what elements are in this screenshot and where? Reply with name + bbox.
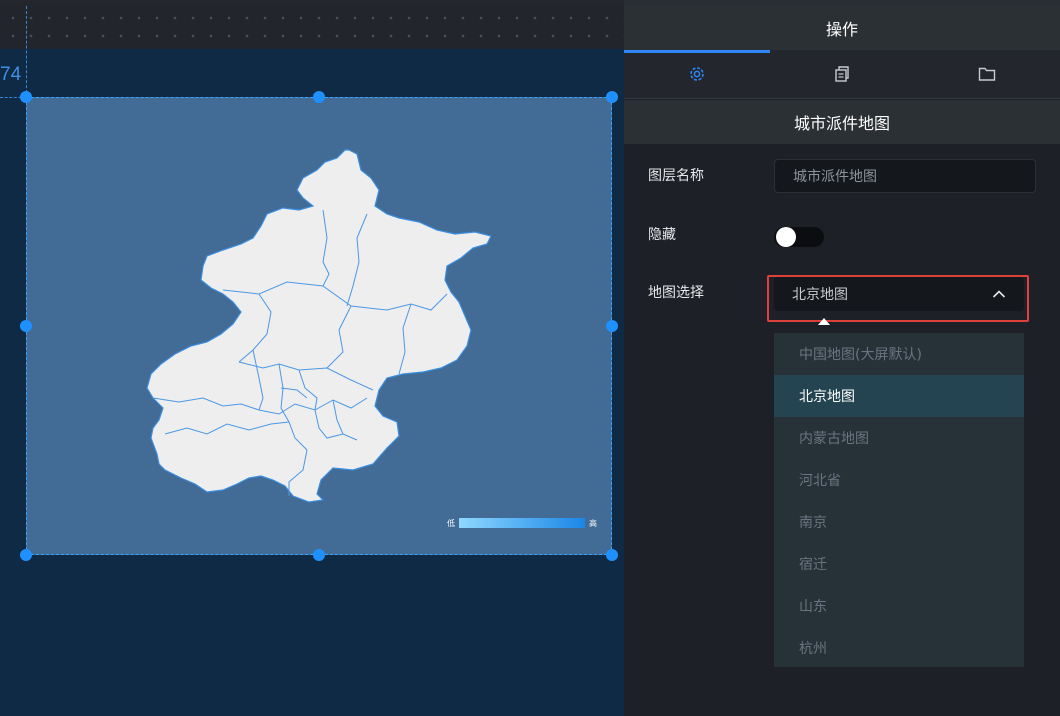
legend-gradient-bar [459, 518, 585, 528]
dropdown-caret [818, 318, 830, 325]
gear-icon [689, 67, 704, 81]
hidden-toggle[interactable] [774, 227, 824, 247]
horizontal-ruler [0, 6, 624, 49]
resize-handle-left[interactable] [20, 320, 32, 332]
legend-low-label: 低 [447, 518, 455, 528]
resize-handle-bottom-right[interactable] [606, 549, 618, 561]
resize-handle-bottom[interactable] [313, 549, 325, 561]
section-title: 城市派件地图 [624, 100, 1060, 144]
folder-icon [979, 67, 996, 81]
panel-header-title: 操作 [624, 6, 1060, 50]
map-legend: 低 高 [447, 516, 597, 530]
hidden-label: 隐藏 [648, 227, 676, 243]
coordinate-label: 74 [0, 64, 22, 85]
resize-handle-top-right[interactable] [606, 91, 618, 103]
chevron-up-icon [992, 290, 1006, 298]
dropdown-option-shandong[interactable]: 山东 [774, 585, 1024, 627]
property-panel: 操作 城市派件地图 图层名称 城市派件地图 隐藏 地图选择 北京地图 中国地图(… [624, 0, 1060, 716]
map-region-outline [146, 149, 492, 503]
dropdown-option-inner-mongolia[interactable]: 内蒙古地图 [774, 417, 1024, 459]
vertical-guide-line [26, 6, 27, 98]
panel-tabs [624, 50, 1060, 99]
dropdown-option-suqian[interactable]: 宿迁 [774, 543, 1024, 585]
resize-handle-top-left[interactable] [20, 91, 32, 103]
resize-handle-right[interactable] [606, 320, 618, 332]
copy-icon [835, 66, 849, 82]
dropdown-option-hebei[interactable]: 河北省 [774, 459, 1024, 501]
legend-high-label: 高 [589, 518, 597, 528]
layer-name-input[interactable] [774, 159, 1036, 193]
map-dropdown-menu: 中国地图(大屏默认) 北京地图 内蒙古地图 河北省 南京 宿迁 山东 杭州 [774, 333, 1024, 667]
dropdown-option-hangzhou[interactable]: 杭州 [774, 627, 1024, 669]
tab-settings[interactable] [624, 50, 769, 98]
map-select-value: 北京地图 [792, 287, 848, 303]
app-root: 74 低 高 操作 城市派件地图 图层名称 城市派件地图 隐藏 地图选择 北京地… [0, 0, 1060, 716]
tab-files[interactable] [915, 50, 1060, 98]
dropdown-option-nanjing[interactable]: 南京 [774, 501, 1024, 543]
resize-handle-bottom-left[interactable] [20, 549, 32, 561]
map-widget[interactable]: 低 高 [26, 97, 612, 555]
resize-handle-top[interactable] [313, 91, 325, 103]
layer-name-label: 图层名称 [648, 168, 704, 184]
map-select-label: 地图选择 [648, 285, 704, 301]
toggle-knob [776, 227, 796, 247]
map-select[interactable]: 北京地图 [774, 277, 1024, 311]
dropdown-option-china[interactable]: 中国地图(大屏默认) [774, 333, 1024, 375]
tab-data[interactable] [769, 50, 914, 98]
dropdown-option-beijing[interactable]: 北京地图 [774, 375, 1024, 417]
beijing-map [146, 149, 492, 503]
design-canvas[interactable]: 74 低 高 [0, 0, 624, 716]
